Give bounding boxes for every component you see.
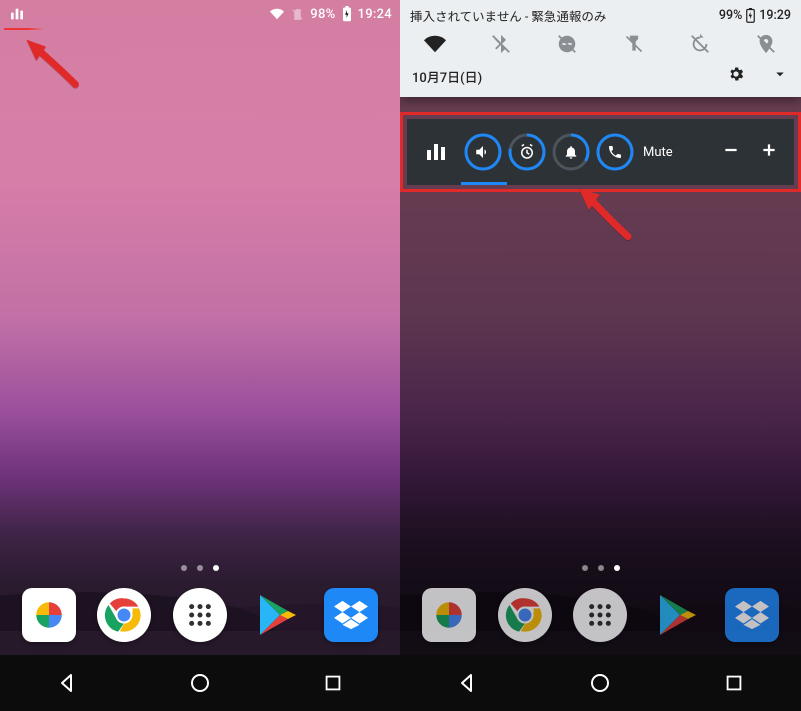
volume-app-bars-icon[interactable] xyxy=(415,130,459,174)
qs-rotation-lock-icon[interactable] xyxy=(679,33,721,55)
page-dot[interactable] xyxy=(213,565,219,571)
nav-back-button[interactable] xyxy=(43,659,91,707)
page-dot[interactable] xyxy=(197,565,203,571)
app-play-store[interactable] xyxy=(249,588,303,642)
nav-recents-button[interactable] xyxy=(309,659,357,707)
clock-text: 19:29 xyxy=(759,8,791,23)
volume-ring-notification[interactable] xyxy=(551,132,591,172)
app-drawer-button[interactable] xyxy=(573,588,627,642)
qs-wifi-icon[interactable] xyxy=(414,33,456,55)
app-photos[interactable] xyxy=(22,588,76,642)
date-text: 10月7日(日) xyxy=(412,67,482,86)
volume-ring-call[interactable] xyxy=(595,132,635,172)
page-indicator xyxy=(0,565,400,571)
app-photos[interactable] xyxy=(422,588,476,642)
notification-app-icon xyxy=(8,6,26,22)
qs-location-off-icon[interactable] xyxy=(745,33,787,55)
battery-percent: 99% xyxy=(719,8,742,23)
clock-text: 19:24 xyxy=(358,7,392,22)
volume-decrease-button[interactable] xyxy=(714,141,748,163)
app-dropbox[interactable] xyxy=(725,588,779,642)
expand-chevron-down-icon[interactable] xyxy=(771,65,789,87)
right-phone: 挿入されていません - 緊急通報のみ 99% 19:29 xyxy=(400,0,801,711)
selected-volume-underline xyxy=(461,182,507,185)
volume-mute-label[interactable]: Mute xyxy=(643,145,673,160)
volume-ring-alarm[interactable] xyxy=(507,132,547,172)
app-chrome[interactable] xyxy=(498,588,552,642)
quick-settings-row xyxy=(400,29,801,63)
battery-charging-icon xyxy=(342,6,352,22)
page-dot[interactable] xyxy=(181,565,187,571)
wifi-icon xyxy=(269,7,285,21)
settings-gear-icon[interactable] xyxy=(727,65,745,87)
volume-ring-media[interactable] xyxy=(463,132,503,172)
navigation-bar xyxy=(0,655,400,711)
app-drawer-button[interactable] xyxy=(173,588,227,642)
notification-underline xyxy=(4,28,44,30)
app-dropbox[interactable] xyxy=(324,588,378,642)
app-play-store[interactable] xyxy=(649,588,703,642)
shade-date-row: 10月7日(日) xyxy=(400,63,801,97)
annotation-arrow-right xyxy=(572,182,642,252)
sim-status-text: 挿入されていません - 緊急通報のみ xyxy=(410,6,606,25)
qs-flashlight-off-icon[interactable] xyxy=(613,33,655,55)
notification-shade: 挿入されていません - 緊急通報のみ 99% 19:29 xyxy=(400,0,801,97)
dock xyxy=(400,575,801,655)
volume-increase-button[interactable] xyxy=(752,141,786,163)
volume-panel: Mute xyxy=(407,119,794,185)
left-phone: 98% 19:24 xyxy=(0,0,400,711)
no-sim-icon xyxy=(291,7,304,22)
qs-bluetooth-off-icon[interactable] xyxy=(480,33,522,55)
battery-percent: 98% xyxy=(310,7,335,22)
page-dot[interactable] xyxy=(614,565,620,571)
nav-home-button[interactable] xyxy=(176,659,224,707)
volume-panel-highlight-box: Mute xyxy=(400,112,801,192)
page-indicator xyxy=(400,565,801,571)
navigation-bar xyxy=(400,655,801,711)
dock xyxy=(0,575,400,655)
annotation-arrow-left xyxy=(18,34,88,104)
nav-home-button[interactable] xyxy=(576,659,624,707)
app-chrome[interactable] xyxy=(97,588,151,642)
nav-recents-button[interactable] xyxy=(710,659,758,707)
page-dot[interactable] xyxy=(582,565,588,571)
qs-dnd-off-icon[interactable] xyxy=(546,33,588,55)
battery-charging-icon xyxy=(746,8,755,23)
nav-back-button[interactable] xyxy=(443,659,491,707)
shade-header: 挿入されていません - 緊急通報のみ 99% 19:29 xyxy=(400,0,801,29)
page-dot[interactable] xyxy=(598,565,604,571)
status-bar: 98% 19:24 xyxy=(0,0,400,28)
